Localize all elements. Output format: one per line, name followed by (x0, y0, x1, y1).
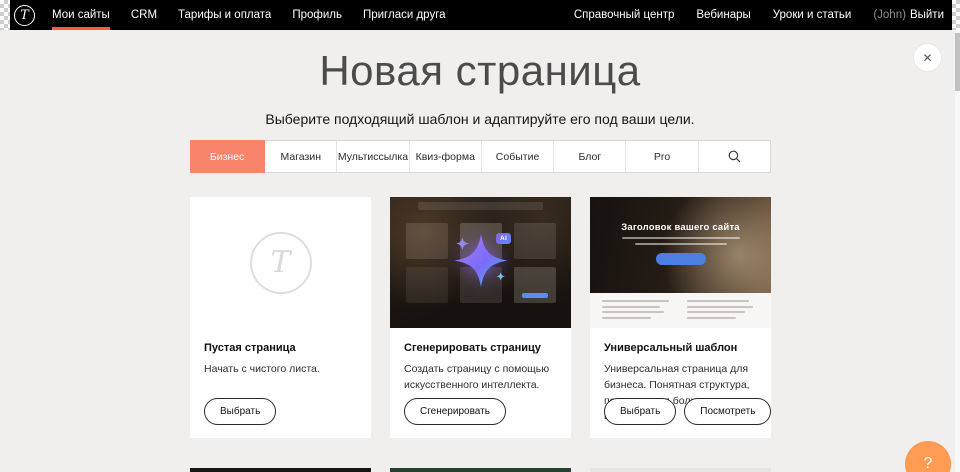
nav-item-crm[interactable]: CRM (131, 0, 157, 30)
top-nav: T Мои сайты CRM Тарифы и оплата Профиль … (0, 0, 960, 30)
nav-item-my-sites[interactable]: Мои сайты (52, 0, 110, 30)
template-category-tabs: Бизнес Магазин Мультиссылка Квиз-форма С… (190, 140, 771, 173)
preview-text-section (590, 293, 771, 328)
generate-card-description: Создать страницу с помощью искусственног… (404, 362, 557, 394)
partial-template-card[interactable] (190, 468, 371, 472)
page-subtitle: Выберите подходящий шаблон и адаптируйте… (0, 111, 960, 127)
preview-text-column (687, 300, 760, 321)
tab-shop[interactable]: Магазин (265, 141, 337, 172)
generate-card-title: Сгенерировать страницу (404, 342, 557, 354)
preview-hero: Заголовок вашего сайта (590, 197, 771, 293)
ai-badge: AI (496, 233, 511, 244)
page-title: Новая страница (0, 47, 960, 95)
template-cards-row: T Пустая страница Начать с чистого листа… (190, 197, 771, 438)
template-card-blank: T Пустая страница Начать с чистого листа… (190, 197, 371, 438)
universal-preview-button[interactable]: Посмотреть (684, 398, 771, 425)
nav-item-invite-friend[interactable]: Пригласи друга (363, 0, 446, 30)
partial-template-card[interactable] (390, 468, 571, 472)
tab-blog[interactable]: Блог (554, 141, 626, 172)
tab-event[interactable]: Событие (482, 141, 554, 172)
preview-text-line (622, 237, 740, 239)
help-button[interactable]: ? (905, 441, 951, 472)
nav-item-logout[interactable]: (John) Выйти (873, 0, 944, 30)
right-transparency-checker (952, 0, 960, 30)
tilda-watermark-icon: T (250, 232, 312, 294)
tab-quiz-form[interactable]: Квиз-форма (410, 141, 482, 172)
main-nav: Мои сайты CRM Тарифы и оплата Профиль Пр… (52, 0, 467, 30)
close-icon: ✕ (922, 51, 932, 65)
preview-text-line (635, 243, 727, 245)
nav-item-profile[interactable]: Профиль (292, 0, 342, 30)
universal-card-preview: Заголовок вашего сайта (590, 197, 771, 328)
nav-item-lessons[interactable]: Уроки и статьи (773, 0, 852, 30)
blank-card-title: Пустая страница (204, 342, 357, 354)
tab-business[interactable]: Бизнес (190, 140, 265, 173)
nav-item-help-center[interactable]: Справочный центр (574, 0, 675, 30)
template-card-universal: Заголовок вашего сайта (590, 197, 771, 438)
preview-block (406, 267, 448, 303)
tab-multilink[interactable]: Мультиссылка (337, 141, 409, 172)
blank-card-body: Пустая страница Начать с чистого листа. (190, 328, 371, 378)
vertical-scrollbar[interactable] (955, 30, 960, 472)
blank-card-actions: Выбрать (204, 398, 276, 425)
user-name: (John) (873, 9, 906, 21)
template-card-generate: AI Сгенерировать страницу Создать страни… (390, 197, 571, 438)
preview-block (514, 223, 556, 259)
search-icon (728, 150, 741, 163)
generate-button[interactable]: Сгенерировать (404, 398, 506, 425)
nav-item-tariffs[interactable]: Тарифы и оплата (178, 0, 271, 30)
logout-label: Выйти (910, 9, 944, 21)
blank-card-description: Начать с чистого листа. (204, 362, 357, 378)
universal-select-button[interactable]: Выбрать (604, 398, 676, 425)
tilda-logo-icon[interactable]: T (14, 5, 35, 26)
universal-card-title: Универсальный шаблон (604, 342, 757, 354)
preview-block (406, 223, 448, 259)
preview-hero-heading: Заголовок вашего сайта (590, 197, 771, 233)
partial-template-card[interactable] (590, 468, 771, 472)
next-row-partial (190, 468, 771, 472)
preview-text-column (602, 300, 675, 321)
universal-card-actions: Выбрать Посмотреть (604, 398, 771, 425)
nav-item-webinars[interactable]: Вебинары (696, 0, 750, 30)
generate-card-preview: AI (390, 197, 571, 328)
question-mark-icon: ? (924, 455, 933, 472)
preview-topbar-placeholder (418, 202, 543, 210)
tab-search[interactable] (699, 141, 770, 172)
preview-cta-button (656, 253, 706, 265)
blank-select-button[interactable]: Выбрать (204, 398, 276, 425)
secondary-nav: Справочный центр Вебинары Уроки и статьи… (552, 0, 944, 30)
blank-card-preview: T (190, 197, 371, 328)
left-transparency-checker (0, 0, 10, 30)
close-button[interactable]: ✕ (914, 44, 941, 71)
generate-card-body: Сгенерировать страницу Создать страницу … (390, 328, 571, 394)
scrollbar-thumb[interactable] (955, 33, 960, 91)
generate-card-actions: Сгенерировать (404, 398, 506, 425)
tab-pro[interactable]: Pro (626, 141, 698, 172)
preview-accent-bar (522, 293, 548, 298)
